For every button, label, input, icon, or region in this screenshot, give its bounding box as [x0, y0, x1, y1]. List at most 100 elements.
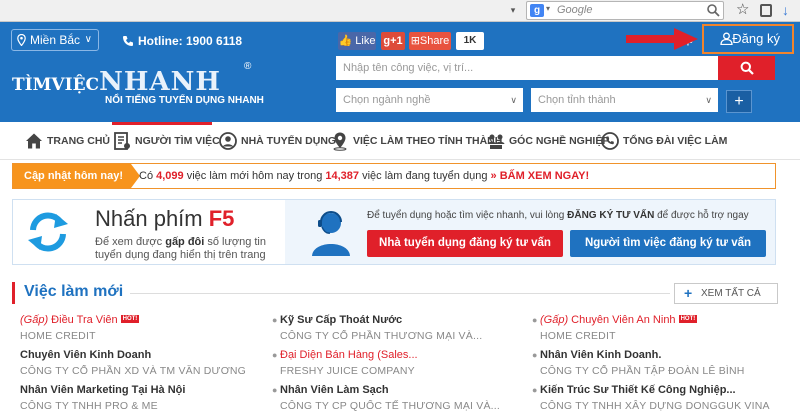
plus-icon: + [684, 285, 693, 301]
nav-job-seeker[interactable]: NGƯỜI TÌM VIỆC [112, 122, 220, 160]
job-company[interactable]: CÔNG TY CỔ PHẦN THƯƠNG MẠI VÀ... [280, 330, 520, 342]
hotline[interactable]: Hotline: 1900 6118 [122, 34, 242, 48]
support-agent-icon [312, 211, 350, 256]
nav-job-hotline[interactable]: TỔNG ĐÀI VIỆC LÀM [600, 122, 727, 160]
job-item[interactable]: ● Nhân Viên Làm Sạch CÔNG TY CP QUỐC TẾ … [272, 384, 520, 412]
job-company[interactable]: FRESHY JUICE COMPANY [280, 365, 520, 377]
employer-consult-button[interactable]: Nhà tuyển dụng đăng ký tư vấn [367, 230, 563, 257]
main-nav: TRANG CHỦ NGƯỜI TÌM VIỆC NHÀ TUYỂN DỤNG … [0, 122, 800, 160]
job-title[interactable]: Nhân Viên Kinh Doanh. [540, 349, 780, 361]
job-item[interactable]: ● (Gấp) Chuyên Viên An Ninh HOT! HOME CRE… [532, 314, 780, 342]
f5-hint-panel: Nhấn phím F5 Để xem được gấp đôi số lượn… [13, 200, 285, 264]
like-label: Like [355, 35, 376, 47]
ticker-label: Cập nhật hôm nay! [13, 164, 140, 188]
job-title[interactable]: Kỹ Sư Cấp Thoát Nước [280, 314, 520, 326]
job-item[interactable]: (Gấp) Điều Tra Viên HOT! HOME CREDIT [20, 314, 260, 342]
person-icon [219, 132, 237, 151]
job-company[interactable]: CÔNG TY CỔ PHẦN XD VÀ TM VĂN DƯƠNG [20, 365, 260, 377]
arrow-right-icon [626, 28, 698, 50]
job-title[interactable]: Nhân Viên Làm Sạch [280, 384, 520, 396]
consult-prompt: Để tuyển dụng hoặc tìm việc nhanh, vui l… [367, 210, 749, 221]
location-pin-icon [17, 34, 26, 46]
section-title: Việc làm mới [24, 283, 124, 300]
nav-career-corner[interactable]: GÓC NGHỀ NGHIỆP [486, 122, 609, 160]
job-title[interactable]: Chuyên Viên Kinh Doanh [20, 349, 260, 361]
search-icon[interactable] [706, 3, 720, 17]
industry-select[interactable]: Chọn ngành nghề ∨ [336, 88, 523, 112]
browser-toolbar: ▾ g ▾ Google ☆ ↓ [0, 0, 800, 22]
job-company[interactable]: CÔNG TY CỔ PHẦN TẬP ĐOÀN LÊ BÌNH [540, 365, 780, 377]
region-selector[interactable]: Miền Bắc ∨ [11, 29, 99, 51]
download-icon[interactable]: ↓ [782, 2, 789, 18]
industry-placeholder: Chọn ngành nghề [343, 94, 431, 106]
job-item[interactable]: ● Đại Diện Bán Hàng (Sales... FRESHY JUI… [272, 349, 520, 377]
nav-jobs-by-province[interactable]: VIỆC LÀM THEO TỈNH THÀNH [330, 122, 502, 160]
section-divider [130, 293, 670, 294]
clipboard-icon[interactable] [760, 4, 772, 17]
job-search-input[interactable]: Nhập tên công việc, vị trí... [336, 56, 718, 80]
job-title[interactable]: Kiến Trúc Sư Thiết Kế Công Nghiệp... [540, 384, 780, 396]
update-ticker: Cập nhật hôm nay! Có 4,099 việc làm mới … [12, 163, 776, 189]
job-company[interactable]: CÔNG TY CP QUỐC TẾ THƯƠNG MẠI VÀ... [280, 400, 520, 412]
phone-icon [601, 132, 619, 151]
ticker-text: Có 4,099 việc làm mới hôm nay trong 14,3… [139, 170, 590, 182]
job-company[interactable]: CÔNG TY TNHH PRO & ME [20, 400, 260, 412]
section-accent [12, 282, 15, 304]
phone-icon [123, 36, 133, 46]
logo-wordmark: TÌMVIỆCNHANH [12, 67, 221, 97]
bookmark-star-icon[interactable]: ☆ [736, 0, 749, 18]
hotline-text: Hotline: 1900 6118 [138, 34, 243, 48]
share-button[interactable]: ⊞Share [409, 32, 451, 50]
chevron-down-icon: ∨ [510, 95, 517, 105]
hot-badge: HOT! [678, 315, 698, 323]
share-count: 1K [456, 32, 484, 50]
bullet-icon: ● [272, 315, 278, 325]
chevron-down-icon: ∨ [84, 34, 92, 45]
f5-title: Nhấn phím F5 [95, 206, 235, 231]
total-jobs-count: 14,387 [325, 170, 360, 182]
people-icon [487, 134, 505, 150]
seeker-consult-button[interactable]: Người tìm việc đăng ký tư vấn [570, 230, 766, 257]
nav-employer[interactable]: NHÀ TUYỂN DỤNG [218, 122, 336, 160]
job-title[interactable]: Đại Diện Bán Hàng (Sales... [280, 349, 520, 361]
browser-search-box[interactable]: g ▾ Google [526, 1, 724, 20]
bullet-icon: ● [532, 350, 538, 360]
job-company[interactable]: HOME CREDIT [540, 330, 780, 342]
user-icon [720, 32, 733, 45]
view-now-link[interactable]: » BẤM XEM NGAY! [491, 170, 590, 182]
job-title[interactable]: Nhân Viên Marketing Tại Hà Nội [20, 384, 260, 396]
facebook-like-button[interactable]: 👍 Like [338, 32, 376, 50]
advanced-search-button[interactable]: + [726, 90, 752, 113]
search-button[interactable] [718, 56, 775, 80]
nav-home[interactable]: TRANG CHỦ [24, 122, 110, 160]
province-placeholder: Chọn tỉnh thành [538, 94, 616, 106]
job-company[interactable]: CÔNG TY TNHH XÂY DỰNG DONGGUK VINA [540, 400, 780, 412]
search-engine-icon[interactable]: g [530, 4, 544, 17]
bullet-icon: ● [272, 350, 278, 360]
hot-badge: HOT! [120, 315, 140, 323]
search-icon [740, 61, 754, 75]
job-company[interactable]: HOME CREDIT [20, 330, 260, 342]
job-title[interactable]: (Gấp) Điều Tra Viên HOT! [20, 314, 260, 326]
home-icon [26, 133, 42, 149]
job-item[interactable]: ● Kiến Trúc Sư Thiết Kế Công Nghiệp... C… [532, 384, 780, 412]
province-select[interactable]: Chọn tỉnh thành ∨ [531, 88, 718, 112]
job-item[interactable]: ● Kỹ Sư Cấp Thoát Nước CÔNG TY CỔ PHẦN T… [272, 314, 520, 342]
job-item[interactable]: Chuyên Viên Kinh Doanh CÔNG TY CỔ PHẦN X… [20, 349, 260, 377]
registered-mark: ® [244, 61, 252, 72]
view-all-button[interactable]: + XEM TẤT CẢ [674, 283, 778, 304]
chevron-down-icon: ∨ [705, 95, 712, 105]
logo-tagline: NỔI TIẾNG TUYỂN DỤNG NHANH [105, 95, 264, 106]
job-title[interactable]: (Gấp) Chuyên Viên An Ninh HOT! [540, 314, 780, 326]
engine-dropdown-icon[interactable]: ▾ [546, 4, 550, 13]
url-dropdown-icon[interactable]: ▾ [506, 3, 520, 17]
promo-banner: Nhấn phím F5 Để xem được gấp đôi số lượn… [12, 199, 776, 265]
bullet-icon: ● [532, 385, 538, 395]
google-plus-button[interactable]: g+1 [381, 32, 405, 50]
register-button[interactable]: Đăng ký [702, 24, 794, 54]
site-logo[interactable]: TÌMVIỆCNHANH ® NỔI TIẾNG TUYỂN DỤNG NHAN… [12, 61, 264, 107]
job-item[interactable]: ● Nhân Viên Kinh Doanh. CÔNG TY CỔ PHẦN … [532, 349, 780, 377]
new-jobs-count: 4,099 [156, 170, 184, 182]
job-item[interactable]: Nhân Viên Marketing Tại Hà Nội CÔNG TY T… [20, 384, 260, 412]
region-label: Miền Bắc [30, 33, 81, 47]
